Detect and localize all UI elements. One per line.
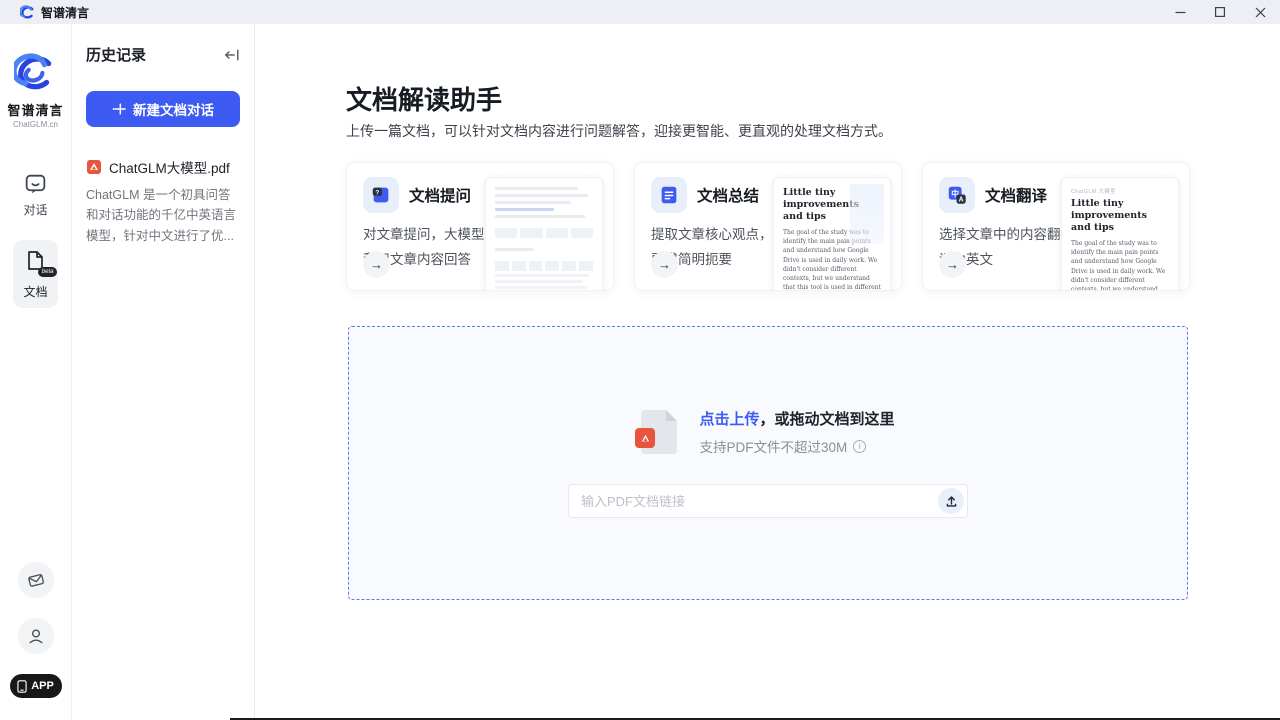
card-document-translate[interactable]: 中 A 文档翻译 选择文章中的内容翻译为英文 → ChatGLM 大模型 Lit… [922,162,1190,291]
preview-article-title: Little tiny improvements and tips [1071,198,1169,234]
upload-click-link[interactable]: 点击上传 [699,411,759,428]
svg-text:?: ? [375,189,379,196]
close-button[interactable] [1240,0,1280,24]
user-icon [26,626,46,646]
card-preview-thumbnail: Little tiny improvements and tips The go… [773,177,891,290]
preview-article-header: ChatGLM 大模型 [1071,187,1169,195]
mail-icon [23,568,47,592]
svg-text:A: A [959,197,964,204]
app-title: 智谱清言 [41,4,89,21]
submit-url-button[interactable] [938,488,964,514]
feature-cards: ? 文档提问 对文章提问，大模型利用文章内容回答 → [346,162,1190,291]
card-title: 文档翻译 [985,184,1047,206]
page-title: 文档解读助手 [346,80,502,117]
sidebar-item-label: 对话 [23,201,47,218]
card-title: 文档提问 [409,184,471,206]
feedback-button[interactable] [18,562,54,598]
sidebar-item-chat[interactable]: 对话 [13,163,58,226]
sidebar-logo-subtitle: ChatGLM.cn [13,120,58,129]
sidebar-logo-title: 智谱清言 [7,100,63,119]
history-item-preview: ChatGLM 是一个初具问答和对话功能的千亿中英语言模型，针对中文进行了优..… [86,185,240,246]
app-button-label: APP [31,680,54,692]
sidebar-item-label: 文档 [23,283,47,300]
card-document-summary[interactable]: 文档总结 提取文章核心观点，要求简明扼要 → Little tiny impro… [634,162,902,291]
history-title: 历史记录 [86,44,146,65]
card-preview-thumbnail: ChatGLM 大模型 Little tiny improvements and… [1061,177,1179,290]
history-item-filename: ChatGLM大模型.pdf [109,157,230,177]
pdf-icon [86,159,102,175]
window-titlebar: 智谱清言 [0,0,1280,24]
pdf-url-input[interactable] [568,484,968,518]
chatglm-logo-icon [20,5,35,20]
chat-icon [23,171,48,196]
plus-icon [112,102,126,116]
maximize-button[interactable] [1200,0,1240,24]
upload-dropzone[interactable]: 点击上传，或拖动文档到这里 支持PDF文件不超过30M i [348,326,1188,600]
upload-drag-text: ，或拖动文档到这里 [760,411,895,428]
history-list-item[interactable]: ChatGLM大模型.pdf ChatGLM 是一个初具问答和对话功能的千亿中英… [86,157,240,246]
card-title: 文档总结 [697,184,759,206]
card-document-qa[interactable]: ? 文档提问 对文章提问，大模型利用文章内容回答 → [346,162,614,291]
app-download-button[interactable]: APP [10,674,62,698]
new-document-chat-label: 新建文档对话 [133,99,214,119]
arrow-icon: → [651,251,678,278]
minimize-button[interactable] [1160,0,1200,24]
sidebar-item-documents[interactable]: beta 文档 [13,240,57,308]
sidebar: 智谱清言 ChatGLM.cn 对话 beta 文档 [0,24,72,720]
document-icon: beta [23,248,47,278]
upload-hint: 支持PDF文件不超过30M [699,436,847,456]
phone-icon [17,680,27,693]
card-preview-thumbnail [485,177,603,290]
sidebar-logo: 智谱清言 ChatGLM.cn [7,52,63,129]
main-content: 文档解读助手 上传一篇文档，可以针对文档内容进行问题解答，迎接更智能、更直观的处… [256,24,1280,720]
document-summary-icon [651,177,687,213]
info-icon[interactable]: i [853,440,866,453]
app-logo: 智谱清言 [20,4,89,21]
new-document-chat-button[interactable]: 新建文档对话 [86,91,240,127]
page-subtitle: 上传一篇文档，可以针对文档内容进行问题解答，迎接更智能、更直观的处理文档方式。 [346,121,892,141]
profile-button[interactable] [18,618,54,654]
document-translate-icon: 中 A [939,177,975,213]
document-question-icon: ? [363,177,399,213]
chatglm-logo-icon [14,52,56,94]
history-panel: 历史记录 新建文档对话 ChatGLM大模型.pdf ChatGLM 是一个初 [72,24,255,720]
preview-article-body: The goal of the study was to identify th… [1071,239,1169,290]
pdf-file-icon [641,410,677,454]
beta-badge: beta [38,267,58,277]
arrow-icon: → [939,251,966,278]
arrow-icon: → [363,251,390,278]
collapse-panel-icon[interactable] [224,48,240,62]
upload-icon [945,495,958,508]
